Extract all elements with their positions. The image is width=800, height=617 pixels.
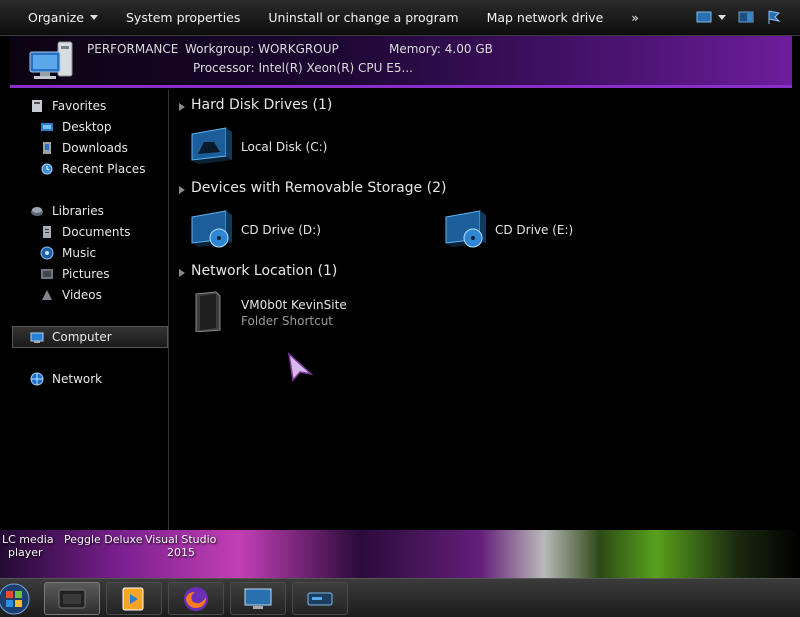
organize-label: Organize — [28, 10, 84, 25]
nav-network-label: Network — [52, 372, 103, 386]
music-icon — [40, 246, 54, 260]
group-header-network-location[interactable]: Network Location (1) — [178, 263, 337, 279]
nav-videos-label: Videos — [62, 288, 102, 302]
nav-computer-label: Computer — [52, 330, 112, 344]
change-view-icon[interactable] — [696, 9, 712, 25]
hard-drive-icon — [191, 127, 232, 164]
computer-details-header: PERFORMANCE Workgroup: WORKGROUP Memory:… — [10, 36, 792, 88]
downloads-icon — [43, 142, 51, 154]
group-header-hard-disk-drives[interactable]: Hard Disk Drives (1) — [178, 97, 332, 113]
nav-desktop-label: Desktop — [62, 120, 112, 134]
nav-documents[interactable]: Documents — [40, 222, 130, 242]
desktop-shortcut-label: LC media — [2, 533, 54, 546]
network-location-name: VM0b0t KevinSite — [241, 298, 347, 312]
nav-libraries[interactable]: Libraries — [30, 201, 104, 221]
network-globe-icon — [30, 372, 44, 386]
computer-icon — [29, 41, 73, 79]
pane-divider[interactable] — [168, 90, 169, 530]
nav-pictures-label: Pictures — [62, 267, 110, 281]
chevron-down-icon — [90, 15, 98, 20]
windows-start-icon[interactable] — [0, 581, 36, 616]
media-player-icon — [122, 587, 144, 610]
recent-places-icon — [41, 163, 53, 175]
taskbar-drive-button[interactable] — [292, 582, 348, 615]
preview-pane-icon[interactable] — [738, 9, 754, 25]
nav-libraries-label: Libraries — [52, 204, 104, 218]
desktop-shortcut-vlc[interactable]: LC media player — [2, 533, 54, 559]
uninstall-program-label: Uninstall or change a program — [268, 10, 459, 25]
taskbar-media-player-button[interactable] — [106, 582, 162, 615]
organize-button[interactable]: Organize — [0, 0, 112, 36]
monitor-icon — [244, 588, 272, 609]
more-commands-label: » — [631, 10, 639, 25]
taskbar-firefox-button[interactable] — [168, 582, 224, 615]
taskbar — [0, 578, 800, 617]
nav-music-label: Music — [62, 246, 97, 260]
libraries-icon — [31, 207, 43, 216]
desktop-icon — [41, 123, 53, 131]
nav-favorites-label: Favorites — [52, 99, 107, 113]
nav-documents-label: Documents — [62, 225, 131, 239]
workgroup-text: Workgroup: WORKGROUP — [185, 42, 339, 56]
nav-computer[interactable]: Computer — [30, 327, 112, 347]
nav-downloads-label: Downloads — [62, 141, 128, 155]
view-options-chevron-icon[interactable] — [718, 14, 726, 20]
cd-drive-icon — [445, 210, 486, 248]
firefox-icon — [184, 586, 208, 611]
nav-recent-places-label: Recent Places — [62, 162, 146, 176]
nav-pictures[interactable]: Pictures — [40, 264, 110, 284]
memory-text: Memory: 4.00 GB — [389, 42, 493, 56]
star-icon — [32, 100, 42, 112]
system-properties-button[interactable]: System properties — [112, 0, 254, 36]
system-properties-label: System properties — [126, 10, 241, 25]
drive-label: CD Drive (E:) — [495, 223, 574, 237]
mouse-cursor-icon — [287, 352, 313, 382]
more-commands-button[interactable]: » — [617, 0, 653, 36]
drive-label: CD Drive (D:) — [241, 223, 321, 237]
nav-favorites[interactable]: Favorites — [30, 96, 106, 116]
desktop-shortcut-label: Peggle Deluxe — [64, 533, 143, 546]
desktop-background: LC media player Peggle Deluxe Visual Stu… — [0, 530, 800, 578]
drive-icon — [307, 592, 333, 605]
taskbar-explorer-button[interactable] — [44, 582, 100, 615]
nav-desktop[interactable]: Desktop — [40, 117, 112, 137]
uninstall-program-button[interactable]: Uninstall or change a program — [254, 0, 472, 36]
cd-drive-icon — [191, 210, 232, 248]
nav-videos[interactable]: Videos — [40, 285, 102, 305]
map-network-drive-button[interactable]: Map network drive — [473, 0, 618, 36]
desktop-shortcut-label: player — [8, 546, 43, 559]
desktop-shortcut-peggle[interactable]: Peggle Deluxe — [64, 533, 143, 546]
processor-text: Processor: Intel(R) Xeon(R) CPU E5... — [193, 61, 413, 75]
command-bar: Organize System properties Uninstall or … — [0, 0, 800, 36]
desktop-shortcut-label: 2015 — [167, 546, 195, 559]
folder-shortcut-icon — [195, 291, 221, 332]
explorer-icon — [58, 589, 86, 608]
nav-network[interactable]: Network — [30, 369, 102, 389]
desktop-shortcut-visual-studio[interactable]: Visual Studio 2015 — [145, 533, 216, 559]
nav-music[interactable]: Music — [40, 243, 96, 263]
documents-icon — [43, 226, 51, 238]
computer-name: PERFORMANCE — [87, 42, 179, 56]
desktop-shortcut-label: Visual Studio — [145, 533, 217, 546]
drive-label: Local Disk (C:) — [241, 140, 328, 154]
network-location-type: Folder Shortcut — [241, 314, 334, 328]
taskbar-computer-button[interactable] — [230, 582, 286, 615]
videos-icon — [42, 290, 52, 300]
help-icon[interactable] — [766, 9, 782, 25]
navigation-pane: Favorites Desktop Downloads Recent Place… — [10, 90, 170, 530]
group-header-removable-storage[interactable]: Devices with Removable Storage (2) — [178, 180, 446, 196]
computer-icon — [30, 332, 44, 343]
map-network-drive-label: Map network drive — [486, 10, 604, 25]
pictures-icon — [41, 269, 53, 279]
nav-recent-places[interactable]: Recent Places — [40, 159, 145, 179]
nav-downloads[interactable]: Downloads — [40, 138, 128, 158]
